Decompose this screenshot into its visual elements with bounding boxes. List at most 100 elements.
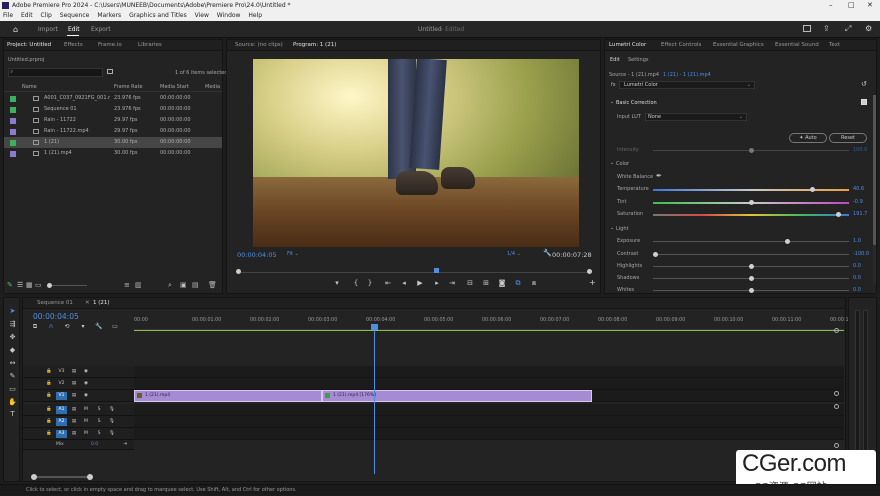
play-icon[interactable]: ▶: [416, 279, 424, 287]
tab-text[interactable]: Text: [829, 40, 840, 51]
new-bin-footer-icon[interactable]: ▣: [180, 281, 187, 289]
tab-sequence-1-21[interactable]: 1 (21): [93, 298, 110, 309]
video-track-header[interactable]: 🔒 V1 ▤ ◉: [23, 390, 134, 402]
intensity-slider[interactable]: [653, 148, 849, 153]
mark-in-icon[interactable]: {: [352, 279, 360, 287]
project-item-row[interactable]: 1 (21).mp4 30.00 fps 00:00:00:00: [4, 148, 222, 159]
workspaces-icon[interactable]: [803, 25, 811, 32]
project-item-row[interactable]: Rain - 11722.mp4 29.97 fps 00:00:00:00: [4, 126, 222, 137]
new-bin-icon[interactable]: [107, 69, 113, 74]
label-color-swatch[interactable]: [10, 117, 16, 124]
program-scrubber[interactable]: [237, 268, 592, 273]
program-timecode[interactable]: 00:00:04:05: [237, 251, 277, 259]
hand-tool-icon[interactable]: ✋: [8, 398, 17, 406]
label-color-swatch[interactable]: [10, 106, 16, 113]
menu-sequence[interactable]: Sequence: [60, 12, 90, 19]
sync-lock-icon[interactable]: ▤: [70, 368, 78, 376]
auto-button[interactable]: ✦ Auto: [789, 133, 827, 143]
fullscreen-icon[interactable]: ⤢: [845, 24, 851, 34]
video-track-header[interactable]: 🔒 V3 ▤ ◉: [23, 366, 134, 378]
track-label[interactable]: A3: [56, 430, 67, 438]
track-label[interactable]: V2: [56, 380, 67, 388]
tab-effects[interactable]: Effects: [64, 40, 83, 51]
fit-dropdown[interactable]: Fit ⌄: [287, 251, 315, 259]
lift-icon[interactable]: ⊟: [466, 279, 474, 287]
mute-button[interactable]: M: [82, 430, 90, 438]
new-item-icon[interactable]: ▤: [192, 281, 199, 289]
slider-value[interactable]: 191.7: [853, 211, 867, 217]
slider-knob[interactable]: [809, 187, 815, 192]
tab-lumetri-color[interactable]: Lumetri Color: [609, 40, 646, 51]
mute-button[interactable]: M: [82, 406, 90, 414]
project-item-row[interactable]: A001_C037_0921FG_001.m 23.976 fps 00:00:00…: [4, 93, 222, 104]
timeline-playhead[interactable]: [371, 324, 378, 474]
solo-button[interactable]: S: [95, 406, 103, 414]
slider-value[interactable]: -0.9: [853, 199, 863, 205]
resolution-dropdown[interactable]: 1/4 ⌄: [507, 251, 527, 259]
extract-icon[interactable]: ⊞: [482, 279, 490, 287]
menu-edit[interactable]: Edit: [21, 12, 33, 19]
close-icon[interactable]: ✕: [867, 0, 873, 11]
solo-button[interactable]: S: [95, 430, 103, 438]
multicam-icon[interactable]: ⧈: [530, 279, 538, 287]
mute-button[interactable]: M: [82, 418, 90, 426]
razor-tool-icon[interactable]: ◆: [8, 346, 17, 354]
playhead-handle[interactable]: [371, 324, 378, 330]
slider-knob[interactable]: [748, 288, 754, 293]
home-icon[interactable]: ⌂: [13, 25, 18, 34]
audio-track-header[interactable]: 🔒 A1 ▤ M S 🎙: [23, 404, 134, 416]
tab-close-icon[interactable]: ✕: [85, 298, 90, 309]
track-label[interactable]: V1: [56, 392, 67, 400]
rectangle-tool-icon[interactable]: ▭: [8, 385, 17, 393]
lock-icon[interactable]: 🔒: [45, 380, 53, 388]
lock-icon[interactable]: 🔒: [45, 368, 53, 376]
color-section-title[interactable]: Color: [616, 161, 629, 167]
audio-track-header[interactable]: 🔒 A3 ▤ M S 🎙: [23, 428, 134, 440]
track-label[interactable]: A1: [56, 406, 67, 414]
scrub-end-handle[interactable]: [587, 269, 592, 274]
nest-icon[interactable]: ⧉: [31, 323, 39, 331]
timeline-clip[interactable]: 1 (21).mp4: [134, 390, 322, 402]
light-section-title[interactable]: Light: [616, 226, 628, 232]
tab-essential-sound[interactable]: Essential Sound: [775, 40, 819, 51]
slider-value[interactable]: 40.6: [853, 186, 864, 192]
reset-effect-icon[interactable]: ↺: [861, 80, 867, 88]
video-track-header[interactable]: 🔒 V2 ▤ ◉: [23, 378, 134, 390]
tab-import[interactable]: Import: [38, 26, 58, 33]
maximize-icon[interactable]: □: [848, 0, 855, 11]
mic-icon[interactable]: 🎙: [108, 418, 116, 426]
sync-lock-icon[interactable]: ▤: [70, 392, 78, 400]
list-view-icon[interactable]: ☰: [17, 281, 23, 289]
slider-knob[interactable]: [748, 276, 754, 281]
adjustment-slider[interactable]: [653, 200, 849, 205]
menu-file[interactable]: File: [3, 12, 13, 19]
tab-project[interactable]: Project: Untitled: [7, 40, 51, 51]
timeline-hscroll[interactable]: [31, 474, 841, 480]
zoom-slider[interactable]: [47, 283, 87, 288]
col-media[interactable]: Media: [205, 84, 220, 90]
menu-clip[interactable]: Clip: [41, 12, 52, 19]
source-line[interactable]: Source - 1 (21).mp4: [609, 72, 659, 78]
label-color-swatch[interactable]: [10, 95, 16, 102]
tab-export[interactable]: Export: [91, 26, 111, 33]
tab-effect-controls[interactable]: Effect Controls: [661, 40, 701, 51]
sync-lock-icon[interactable]: ▤: [70, 406, 78, 414]
minimize-icon[interactable]: –: [829, 0, 833, 11]
search-input[interactable]: ⌕: [8, 68, 103, 77]
sort-icon[interactable]: ≡: [124, 281, 130, 289]
share-icon[interactable]: ⇪: [823, 24, 830, 33]
menu-graphics[interactable]: Graphics and Titles: [129, 12, 187, 19]
basic-correction-checkbox[interactable]: [861, 99, 867, 105]
subtab-settings[interactable]: Settings: [628, 57, 649, 63]
adjustment-slider[interactable]: [653, 276, 849, 281]
settings-icon[interactable]: ⚙: [865, 24, 872, 33]
col-frame-rate[interactable]: Frame Rate: [114, 84, 143, 90]
col-name[interactable]: Name: [22, 84, 37, 90]
freeform-view-icon[interactable]: ▭: [35, 281, 42, 289]
scrub-start-handle[interactable]: [236, 269, 241, 274]
snap-icon[interactable]: ∩: [47, 323, 55, 331]
program-playhead[interactable]: [433, 268, 439, 273]
add-marker-icon[interactable]: ▾: [79, 323, 87, 331]
solo-button[interactable]: S: [95, 418, 103, 426]
clear-icon[interactable]: 🗑: [208, 281, 217, 289]
